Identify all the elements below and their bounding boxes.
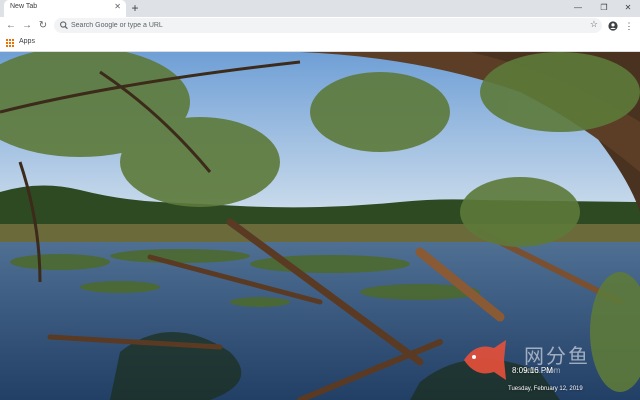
omnibox-input[interactable] bbox=[71, 19, 571, 32]
logo-text: 网分鱼 bbox=[524, 344, 590, 368]
apps-grid-icon bbox=[6, 39, 14, 47]
wallpaper-overlay: 网分鱼 wdu...com 8:09:16 PM Tuesday, Februa… bbox=[460, 330, 640, 400]
reload-button[interactable]: ↻ bbox=[36, 19, 50, 33]
bookmarks-bar: Apps bbox=[0, 35, 640, 52]
new-tab-button[interactable]: + bbox=[129, 1, 141, 15]
tab-title: New Tab bbox=[10, 3, 38, 10]
restore-button[interactable]: ❐ bbox=[593, 1, 615, 15]
tab-strip: New Tab ✕ + — ❐ ✕ bbox=[0, 0, 640, 17]
forward-button[interactable]: → bbox=[20, 19, 34, 33]
apps-label: Apps bbox=[19, 38, 35, 45]
search-icon bbox=[60, 21, 68, 30]
minimize-button[interactable]: — bbox=[567, 1, 589, 15]
account-icon[interactable] bbox=[606, 19, 620, 33]
tab-close-icon[interactable]: ✕ bbox=[114, 2, 121, 11]
close-window-button[interactable]: ✕ bbox=[617, 1, 639, 15]
toolbar: ← → ↻ ☆ ⋮ bbox=[0, 17, 640, 35]
back-button[interactable]: ← bbox=[4, 19, 18, 33]
omnibox[interactable]: ☆ bbox=[54, 18, 602, 33]
clock-time: 8:09:16 PM bbox=[512, 366, 553, 375]
clock-date: Tuesday, February 12, 2019 bbox=[508, 386, 583, 392]
new-tab-page: 网分鱼 wdu...com 8:09:16 PM Tuesday, Februa… bbox=[0, 52, 640, 400]
menu-icon[interactable]: ⋮ bbox=[622, 19, 636, 33]
fish-logo-icon bbox=[464, 340, 506, 380]
tab-new-tab[interactable]: New Tab ✕ bbox=[4, 0, 126, 17]
bookmark-star-icon[interactable]: ☆ bbox=[590, 19, 598, 30]
